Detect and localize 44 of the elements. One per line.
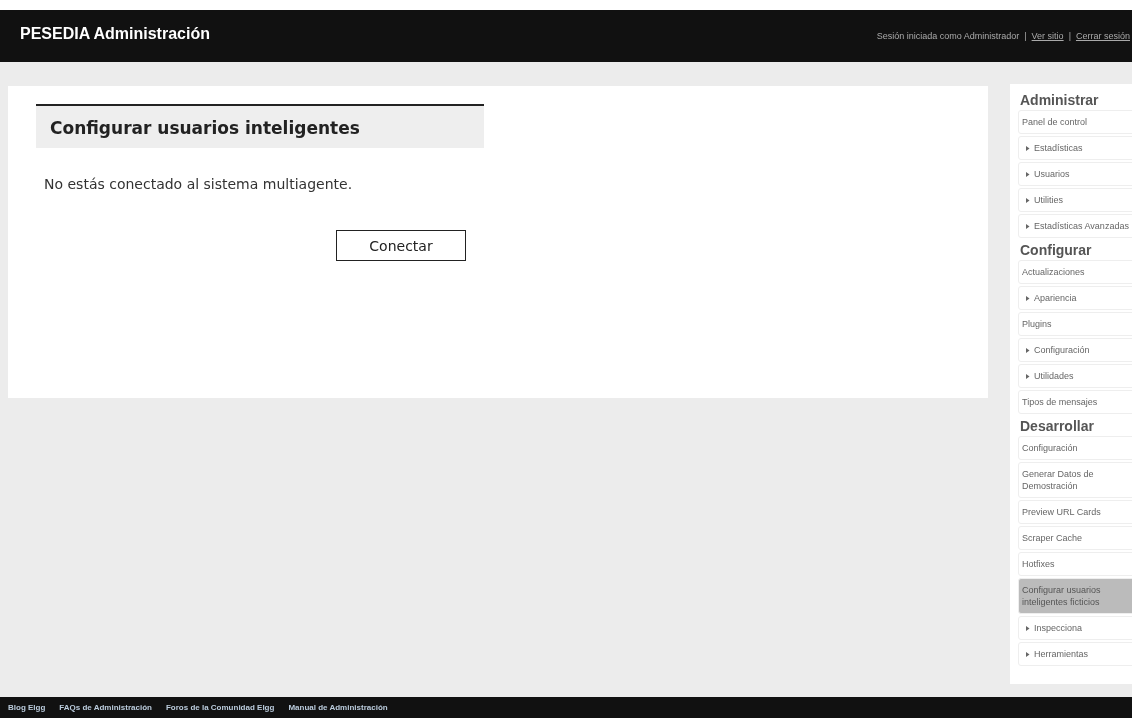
section-heading: Configurar bbox=[1020, 242, 1093, 258]
footer-link[interactable]: Foros de la Comunidad Elgg bbox=[165, 703, 275, 712]
page-heading: Configurar usuarios inteligentes bbox=[36, 104, 484, 148]
triangle-icon bbox=[1025, 223, 1030, 229]
sidebar-item[interactable]: Usuarios bbox=[1018, 162, 1132, 186]
separator: | bbox=[1068, 31, 1071, 41]
sidebar-item[interactable]: Configuración bbox=[1018, 338, 1132, 362]
sidebar-item[interactable]: Inspecciona bbox=[1018, 616, 1132, 640]
triangle-icon bbox=[1025, 145, 1030, 151]
footer-link[interactable]: FAQs de Administración bbox=[59, 703, 152, 712]
sidebar-item[interactable]: Utilidades bbox=[1018, 364, 1132, 388]
triangle-icon bbox=[1025, 347, 1030, 353]
sidebar-item[interactable]: Estadísticas bbox=[1018, 136, 1132, 160]
header-link[interactable]: Cerrar sesión bbox=[1075, 31, 1130, 41]
session-text: Sesión iniciada como Administrador bbox=[876, 31, 1020, 41]
section-heading: Administrar bbox=[1020, 92, 1100, 108]
sidebar-item[interactable]: Configurar usuarios inteligentes ficticios bbox=[1018, 578, 1132, 614]
triangle-icon bbox=[1025, 171, 1030, 177]
sidebar-item[interactable]: Apariencia bbox=[1018, 286, 1132, 310]
header-link[interactable]: Ver sitio bbox=[1031, 31, 1064, 41]
status-message: No estás conectado al sistema multiagente. bbox=[44, 176, 354, 192]
triangle-icon bbox=[1025, 197, 1030, 203]
footer-link[interactable]: Manual de Administración bbox=[288, 703, 388, 712]
sidebar-item[interactable]: Preview URL Cards bbox=[1018, 500, 1132, 524]
triangle-icon bbox=[1025, 295, 1030, 301]
section-heading: Desarrollar bbox=[1020, 418, 1095, 434]
triangle-icon bbox=[1025, 373, 1030, 379]
sidebar-item[interactable]: Panel de control bbox=[1018, 110, 1132, 134]
sidebar-item[interactable]: Hotfixes bbox=[1018, 552, 1132, 576]
sidebar-item[interactable]: Estadísticas Avanzadas bbox=[1018, 214, 1132, 238]
connect-button[interactable]: Conectar bbox=[336, 230, 466, 261]
sidebar-item[interactable]: Generar Datos de Demostración bbox=[1018, 462, 1132, 498]
sidebar-item[interactable]: Tipos de mensajes bbox=[1018, 390, 1132, 414]
footer-link[interactable]: Blog Elgg bbox=[8, 703, 46, 712]
sidebar-item[interactable]: Plugins bbox=[1018, 312, 1132, 336]
triangle-icon bbox=[1025, 651, 1030, 657]
sidebar-item[interactable]: Scraper Cache bbox=[1018, 526, 1132, 550]
sidebar-item[interactable]: Configuración bbox=[1018, 436, 1132, 460]
site-title: PESEDIA Administración bbox=[20, 25, 210, 43]
sidebar-item[interactable]: Utilities bbox=[1018, 188, 1132, 212]
sidebar-item[interactable]: Actualizaciones bbox=[1018, 260, 1132, 284]
triangle-icon bbox=[1025, 625, 1030, 631]
sidebar-item[interactable]: Herramientas bbox=[1018, 642, 1132, 666]
separator: | bbox=[1024, 31, 1027, 41]
